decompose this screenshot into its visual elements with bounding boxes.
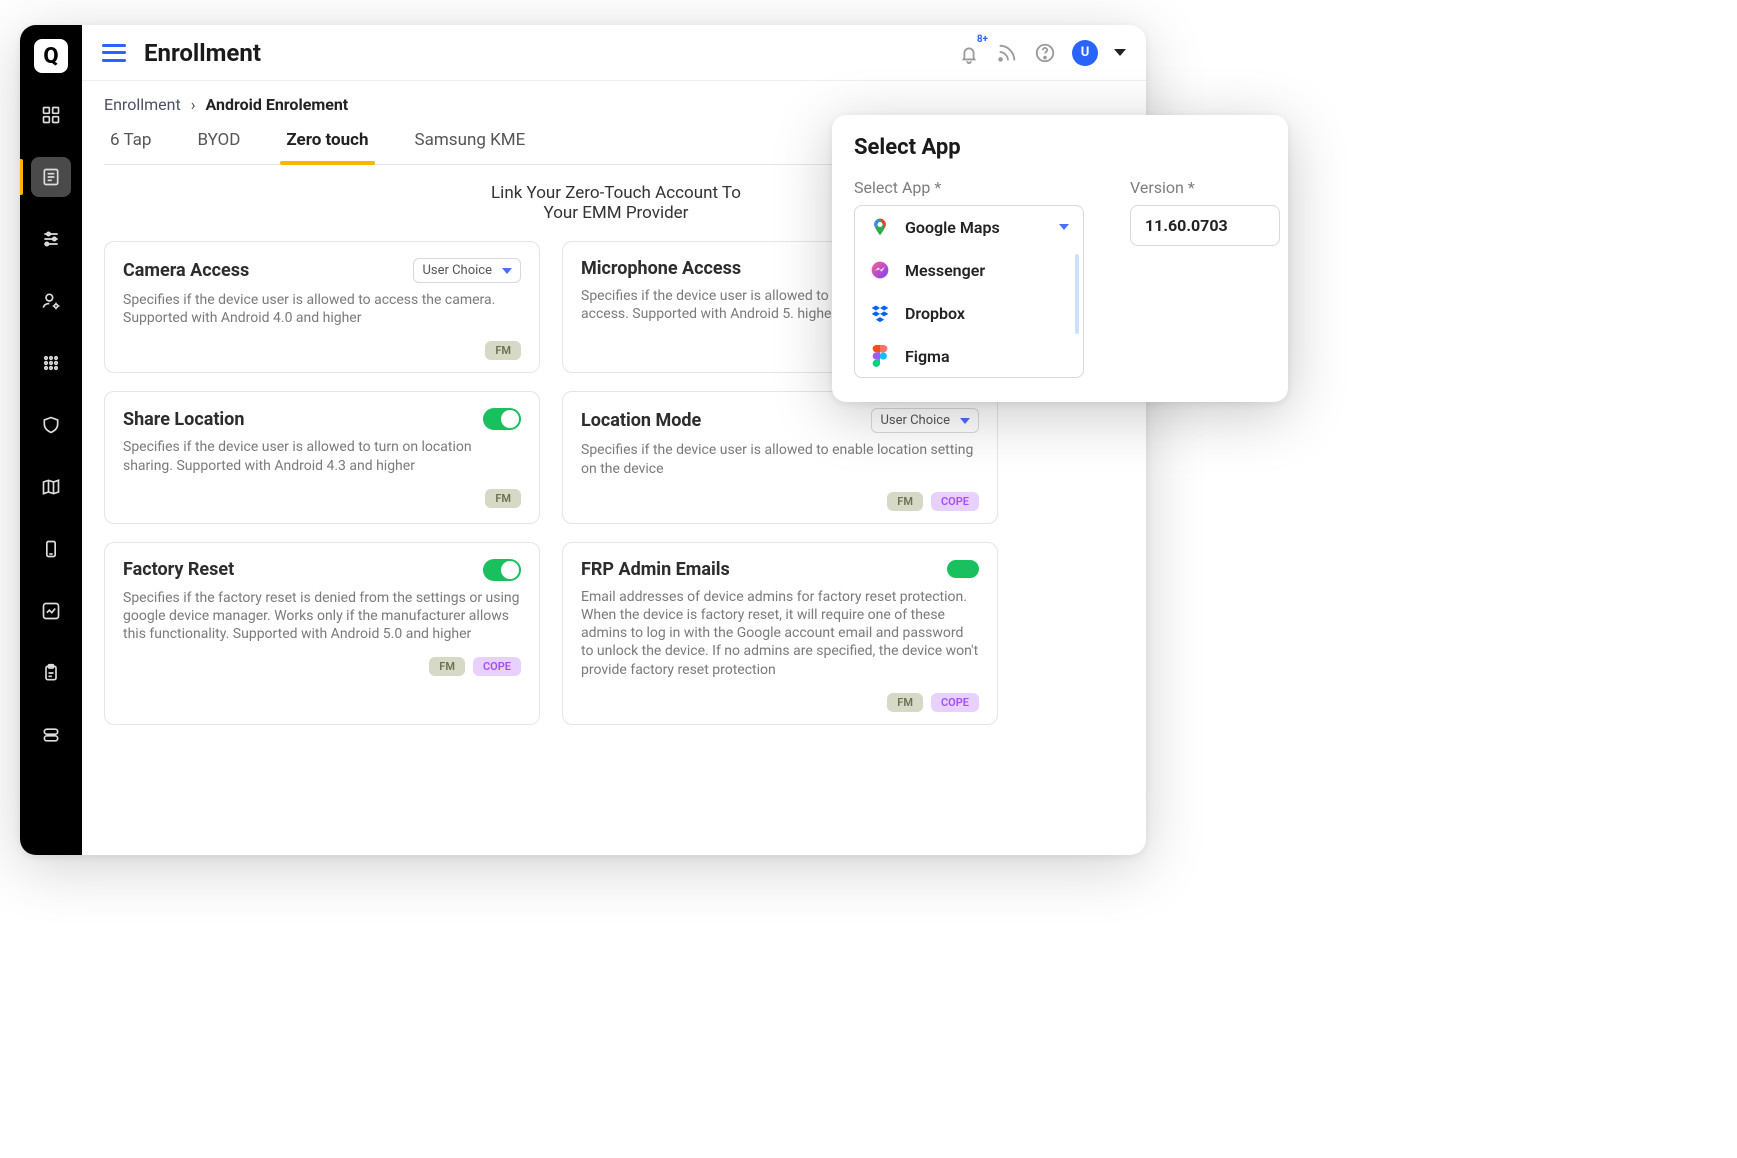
factory-reset-toggle[interactable] <box>483 559 521 581</box>
sidebar-shield-icon[interactable] <box>31 405 71 445</box>
card-frp-admin: FRP Admin Emails Email addresses of devi… <box>562 542 998 725</box>
app-option-messenger[interactable]: Messenger <box>855 248 1083 291</box>
tab-zero-touch[interactable]: Zero touch <box>280 120 374 164</box>
bell-icon[interactable]: 8+ <box>958 42 980 64</box>
card-camera-access: Camera Access User Choice Specifies if t… <box>104 241 540 373</box>
version-label: Version * <box>1130 178 1280 197</box>
sidebar: Q <box>20 25 82 855</box>
version-field[interactable]: 11.60.0703 <box>1130 205 1280 246</box>
chip-cope: COPE <box>473 657 521 676</box>
chevron-down-icon <box>960 418 970 424</box>
select-value: User Choice <box>422 263 492 278</box>
app-option-figma[interactable]: Figma <box>855 334 1083 377</box>
breadcrumb-current: Android Enrolement <box>206 95 349 114</box>
sidebar-grid-icon[interactable] <box>31 343 71 383</box>
app-name: Google Maps <box>905 218 1000 237</box>
rss-icon[interactable] <box>996 42 1018 64</box>
card-share-location: Share Location Specifies if the device u… <box>104 391 540 523</box>
sidebar-map-icon[interactable] <box>31 467 71 507</box>
chip-fm: FM <box>887 492 923 511</box>
select-value: User Choice <box>880 413 950 428</box>
chip-fm: FM <box>485 489 521 508</box>
avatar[interactable]: U <box>1072 40 1098 66</box>
chip-cope: COPE <box>931 492 979 511</box>
app-option-dropbox[interactable]: Dropbox <box>855 291 1083 334</box>
sidebar-device-icon[interactable] <box>31 529 71 569</box>
card-title: Factory Reset <box>123 559 234 580</box>
camera-select[interactable]: User Choice <box>413 258 521 283</box>
card-desc: Specifies if the device user is allowed … <box>581 441 979 477</box>
page-title: Enrollment <box>144 39 261 67</box>
card-desc: Email addresses of device admins for fac… <box>581 588 979 679</box>
menu-icon[interactable] <box>102 44 126 62</box>
chevron-right-icon: › <box>191 95 196 114</box>
select-app-popover: Select App Select App * Google Maps <box>832 115 1288 402</box>
sidebar-analytics-icon[interactable] <box>31 591 71 631</box>
card-desc: Specifies if the factory reset is denied… <box>123 589 521 644</box>
dropbox-icon <box>869 302 891 324</box>
sidebar-server-icon[interactable] <box>31 715 71 755</box>
google-maps-icon <box>869 216 891 238</box>
share-location-toggle[interactable] <box>483 408 521 430</box>
card-title: Camera Access <box>123 260 249 281</box>
location-mode-select[interactable]: User Choice <box>871 408 979 433</box>
app-option-selected[interactable]: Google Maps <box>855 206 1083 248</box>
card-location-mode: Location Mode User Choice Specifies if t… <box>562 391 998 523</box>
messenger-icon <box>869 259 891 281</box>
card-desc: Specifies if the device user is allowed … <box>123 291 521 327</box>
notification-badge: 8+ <box>977 34 988 45</box>
dropdown-scrollbar[interactable] <box>1075 254 1079 334</box>
figma-icon <box>869 345 891 367</box>
chevron-down-icon <box>1059 224 1069 230</box>
app-select-label: Select App * <box>854 178 1084 197</box>
tab-byod[interactable]: BYOD <box>191 120 246 164</box>
frp-toggle[interactable] <box>947 560 979 578</box>
chip-fm: FM <box>887 693 923 712</box>
breadcrumb-root[interactable]: Enrollment <box>104 95 181 114</box>
header: Enrollment 8+ U <box>82 25 1146 81</box>
popover-title: Select App <box>854 135 1266 160</box>
help-icon[interactable] <box>1034 42 1056 64</box>
chip-fm: FM <box>485 341 521 360</box>
app-name: Figma <box>905 347 950 366</box>
card-title: Location Mode <box>581 410 701 431</box>
card-factory-reset: Factory Reset Specifies if the factory r… <box>104 542 540 725</box>
card-title: Microphone Access <box>581 258 741 279</box>
card-title: Share Location <box>123 409 244 430</box>
app-name: Dropbox <box>905 304 965 323</box>
logo[interactable]: Q <box>34 39 68 73</box>
sidebar-user-settings-icon[interactable] <box>31 281 71 321</box>
sidebar-enrollment-icon[interactable] <box>31 157 71 197</box>
chip-fm: FM <box>429 657 465 676</box>
tab-samsung-kme[interactable]: Samsung KME <box>409 120 532 164</box>
tab-6tap[interactable]: 6 Tap <box>104 120 157 164</box>
chevron-down-icon <box>502 268 512 274</box>
chevron-down-icon[interactable] <box>1114 49 1126 56</box>
sidebar-dashboard-icon[interactable] <box>31 95 71 135</box>
sidebar-sliders-icon[interactable] <box>31 219 71 259</box>
sidebar-clipboard-icon[interactable] <box>31 653 71 693</box>
breadcrumb: Enrollment › Android Enrolement <box>104 95 1128 114</box>
chip-cope: COPE <box>931 693 979 712</box>
card-desc: Specifies if the device user is allowed … <box>123 438 521 474</box>
app-select[interactable]: Google Maps Messenger Dropbox <box>854 205 1084 378</box>
app-name: Messenger <box>905 261 985 280</box>
card-title: FRP Admin Emails <box>581 559 730 580</box>
